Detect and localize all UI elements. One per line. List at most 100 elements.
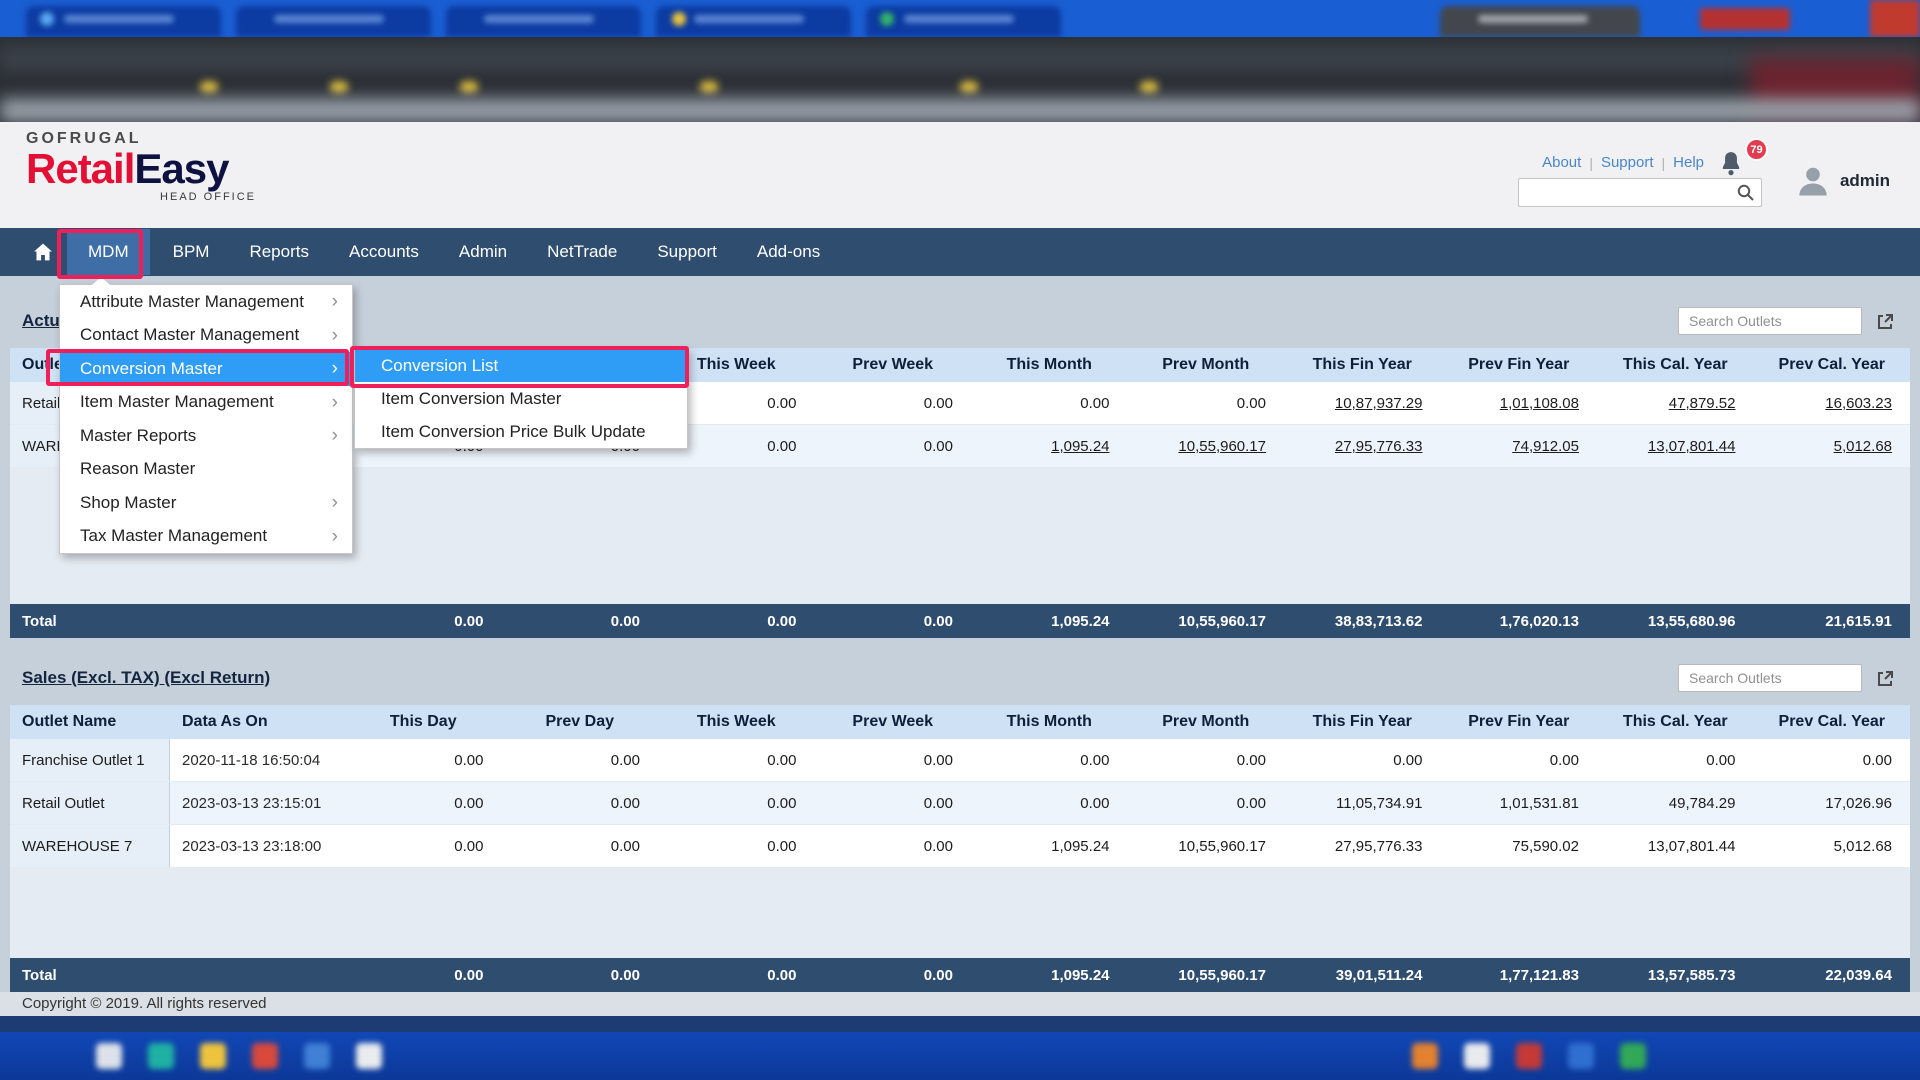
menu-item-label: Master Reports (80, 426, 196, 446)
nav-item-nettrade[interactable]: NetTrade (530, 229, 634, 275)
total-value-cell: 38,83,713.62 (1284, 613, 1441, 630)
value-cell: 0.00 (815, 438, 972, 455)
submenu-item-conversion-list[interactable]: Conversion List (355, 349, 687, 382)
expand-icon[interactable] (1874, 667, 1896, 689)
value-cell: 0.00 (345, 838, 502, 855)
value-cell: 1,095.24 (971, 838, 1128, 855)
value-cell[interactable]: 47,879.52 (1597, 395, 1754, 412)
retaileasy-wordmark: RetailEasy (26, 148, 256, 190)
browser-tabstrip-blurred (0, 0, 1920, 37)
column-header-this-day: This Day (345, 713, 502, 731)
nav-items: MDMBPMReportsAccountsAdminNetTradeSuppor… (64, 229, 840, 275)
value-cell: 0.00 (1284, 752, 1441, 769)
total-value-cell: 39,01,511.24 (1284, 967, 1441, 984)
column-header-prev-fin-year: Prev Fin Year (1441, 713, 1598, 731)
value-cell[interactable]: 16,603.23 (1754, 395, 1911, 412)
total-value-cell: 13,55,680.96 (1597, 613, 1754, 630)
search-outlets-input[interactable] (1678, 664, 1862, 692)
table-row: Retail Outlet2023-03-13 23:15:010.000.00… (10, 782, 1910, 825)
expand-icon[interactable] (1874, 310, 1896, 332)
menu-item-reason-master[interactable]: Reason Master (60, 453, 352, 487)
column-header-this-month: This Month (971, 713, 1128, 731)
total-value-cell: 0.00 (502, 967, 659, 984)
value-cell[interactable]: 5,012.68 (1754, 438, 1911, 455)
menu-item-label: Conversion Master (80, 359, 223, 379)
header-link-help[interactable]: Help (1673, 154, 1704, 171)
nav-item-accounts[interactable]: Accounts (332, 229, 436, 275)
value-cell: 0.00 (815, 752, 972, 769)
submenu-item-item-conversion-master[interactable]: Item Conversion Master (355, 382, 687, 415)
value-cell: 1,01,531.81 (1441, 795, 1598, 812)
value-cell: 0.00 (1128, 395, 1285, 412)
user-box[interactable]: admin (1796, 164, 1890, 198)
menu-item-contact-master-management[interactable]: Contact Master Management› (60, 319, 352, 353)
total-value-cell: 10,55,960.17 (1128, 967, 1285, 984)
total-value-cell: 1,77,121.83 (1441, 967, 1598, 984)
nav-item-support[interactable]: Support (640, 229, 734, 275)
column-header-outlet-name: Outlet Name (10, 713, 170, 731)
menu-item-shop-master[interactable]: Shop Master› (60, 486, 352, 520)
search-outlets-input[interactable] (1678, 307, 1862, 335)
header-link-about[interactable]: About (1542, 154, 1581, 171)
outlet-name-cell: Franchise Outlet 1 (10, 739, 170, 781)
conversion-submenu: Conversion ListItem Conversion MasterIte… (354, 348, 688, 449)
total-value-cell: 1,095.24 (971, 613, 1128, 630)
menu-item-master-reports[interactable]: Master Reports › (60, 419, 352, 453)
menu-item-label: Item Master Management (80, 392, 274, 412)
home-icon[interactable] (22, 242, 64, 262)
user-avatar-icon (1796, 164, 1830, 198)
submenu-item-item-conversion-price-bulk-update[interactable]: Item Conversion Price Bulk Update (355, 415, 687, 448)
nav-item-bpm[interactable]: BPM (156, 229, 227, 275)
value-cell[interactable]: 74,912.05 (1441, 438, 1598, 455)
column-header-this-fin-year: This Fin Year (1284, 356, 1441, 374)
value-cell[interactable]: 1,01,108.08 (1441, 395, 1598, 412)
value-cell[interactable]: 13,07,801.44 (1597, 438, 1754, 455)
retaileasy-app: GOFRUGAL RetailEasy HEAD OFFICE About|Su… (0, 0, 1920, 1080)
value-cell: 0.00 (1597, 752, 1754, 769)
data-as-on-cell: 2023-03-13 23:15:01 (170, 795, 345, 812)
table-row: Franchise Outlet 12020-11-18 16:50:040.0… (10, 739, 1910, 782)
nav-item-mdm[interactable]: MDM (67, 229, 150, 275)
total-value-cell: 10,55,960.17 (1128, 613, 1285, 630)
notification-bell-icon[interactable] (1718, 150, 1744, 178)
chevron-right-icon: › (332, 393, 338, 412)
nav-item-reports[interactable]: Reports (232, 229, 326, 275)
table-total-row: Total0.000.000.000.001,095.2410,55,960.1… (10, 958, 1910, 992)
nav-item-add-ons[interactable]: Add-ons (740, 229, 837, 275)
retaileasy-logo: GOFRUGAL RetailEasy HEAD OFFICE (26, 130, 256, 203)
widget-title-link[interactable]: Actu (22, 311, 60, 331)
table-rows: Franchise Outlet 12020-11-18 16:50:040.0… (10, 739, 1910, 868)
value-cell[interactable]: 27,95,776.33 (1284, 438, 1441, 455)
menu-item-item-master-management[interactable]: Item Master Management › (60, 386, 352, 420)
value-cell[interactable]: 1,095.24 (971, 438, 1128, 455)
total-label: Total (10, 613, 345, 630)
nav-item-admin[interactable]: Admin (442, 229, 524, 275)
value-cell: 0.00 (658, 795, 815, 812)
value-cell: 0.00 (658, 838, 815, 855)
menu-item-conversion-master[interactable]: Conversion Master› (60, 352, 352, 386)
widget-title-link[interactable]: Sales (Excl. TAX) (Excl Return) (22, 668, 270, 688)
column-header-this-cal-year: This Cal. Year (1597, 713, 1754, 731)
value-cell: 0.00 (1128, 795, 1285, 812)
search-icon[interactable] (1736, 183, 1755, 202)
total-label: Total (10, 967, 345, 984)
column-header-data-as-on: Data As On (170, 713, 345, 731)
taskbar-blurred (0, 1032, 1920, 1080)
column-header-this-fin-year: This Fin Year (1284, 713, 1441, 731)
menu-item-tax-master-management[interactable]: Tax Master Management› (60, 520, 352, 554)
value-cell[interactable]: 10,87,937.29 (1284, 395, 1441, 412)
global-search-input[interactable] (1518, 178, 1762, 207)
value-cell: 0.00 (502, 752, 659, 769)
menu-item-attribute-master-management[interactable]: Attribute Master Management› (60, 285, 352, 319)
value-cell[interactable]: 10,55,960.17 (1128, 438, 1285, 455)
value-cell: 17,026.96 (1754, 795, 1911, 812)
total-value-cell: 21,615.91 (1754, 613, 1911, 630)
chevron-right-icon: › (332, 326, 338, 345)
value-cell: 11,05,734.91 (1284, 795, 1441, 812)
outlet-name-cell: WAREHOUSE 7 (10, 825, 170, 867)
browser-page-blurred (0, 37, 1920, 122)
table-header-row: Outlet NameData As OnThis DayPrev DayThi… (10, 705, 1910, 739)
total-value-cell: 0.00 (815, 967, 972, 984)
header-link-support[interactable]: Support (1601, 154, 1654, 171)
chevron-right-icon: › (332, 426, 338, 445)
